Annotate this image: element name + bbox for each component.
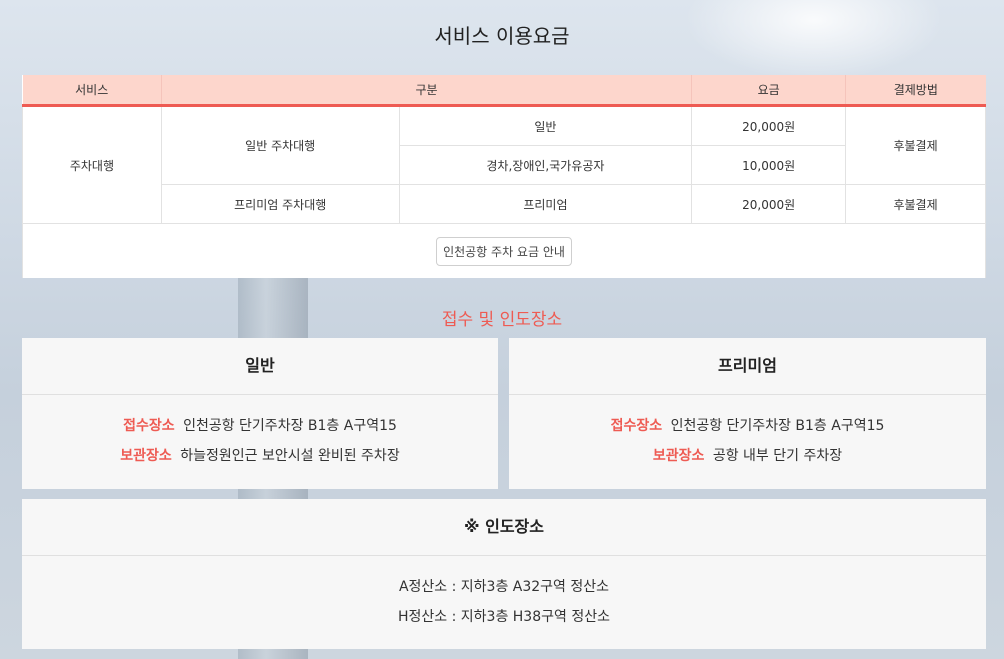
- general-card: 일반 접수장소 인천공항 단기주차장 B1층 A구역15 보관장소 하늘정원인근…: [22, 338, 498, 489]
- storage-label: 보관장소: [120, 448, 172, 464]
- table-row: 프리미엄 주차대행 프리미엄 20,000원 후불결제: [23, 184, 986, 224]
- page-title: 서비스 이용요금: [434, 24, 570, 48]
- type-cell: 경차,장애인,국가유공자: [398, 145, 693, 185]
- header-category: 구분: [161, 75, 693, 107]
- delivery-line-a: A정산소 : 지하3층 A32구역 정산소: [398, 579, 610, 595]
- delivery-card-title: ※ 인도장소: [22, 499, 986, 556]
- storage-value: 공항 내부 단기 주차장: [712, 448, 843, 464]
- general-card-title: 일반: [22, 338, 498, 395]
- payment-cell: 후불결제: [845, 105, 986, 185]
- fee-table: 서비스 구분 요금 결제방법 주차대행 일반 주차대행 일반 20,000원 후…: [22, 75, 986, 278]
- fee-table-header-row: 서비스 구분 요금 결제방법: [22, 75, 986, 107]
- premium-storage-row: 보관장소 공항 내부 단기 주차장: [509, 441, 986, 471]
- table-row: 주차대행 일반 주차대행 일반 20,000원 후불결제: [22, 105, 986, 224]
- general-storage-row: 보관장소 하늘정원인근 보안시설 완비된 주차장: [22, 441, 498, 471]
- delivery-line-h: H정산소 : 지하3층 H38구역 정산소: [398, 609, 610, 625]
- header-payment: 결제방법: [845, 75, 986, 107]
- premium-reception-row: 접수장소 인천공항 단기주차장 B1층 A구역15: [509, 411, 986, 441]
- price-cell: 20,000원: [691, 105, 847, 146]
- premium-card: 프리미엄 접수장소 인천공항 단기주차장 B1층 A구역15 보관장소 공항 내…: [509, 338, 986, 489]
- general-valet-cell: 일반 주차대행: [160, 105, 400, 185]
- reception-label: 접수장소: [610, 418, 663, 434]
- general-reception-row: 접수장소 인천공항 단기주차장 B1층 A구역15: [22, 411, 498, 441]
- premium-valet-cell: 프리미엄 주차대행: [160, 184, 400, 224]
- price-cell: 20,000원: [691, 184, 847, 224]
- type-cell: 프리미엄: [398, 184, 693, 224]
- payment-cell: 후불결제: [845, 184, 986, 224]
- reception-label: 접수장소: [123, 418, 175, 434]
- guide-cell: 인천공항 주차 요금 안내: [22, 223, 986, 278]
- header-service: 서비스: [22, 75, 162, 107]
- parking-fee-guide-button[interactable]: 인천공항 주차 요금 안내: [436, 236, 572, 266]
- reception-value: 인천공항 단기주차장 B1층 A구역15: [183, 418, 397, 434]
- storage-label: 보관장소: [652, 448, 705, 464]
- premium-card-title: 프리미엄: [509, 338, 986, 395]
- header-fee: 요금: [691, 75, 847, 107]
- storage-value: 하늘정원인근 보안시설 완비된 주차장: [180, 448, 400, 464]
- delivery-card: ※ 인도장소 A정산소 : 지하3층 A32구역 정산소 H정산소 : 지하3층…: [22, 499, 986, 649]
- type-cell: 일반: [398, 105, 693, 146]
- table-row: 인천공항 주차 요금 안내: [22, 223, 986, 278]
- service-cell: 주차대행: [22, 105, 162, 224]
- price-cell: 10,000원: [691, 145, 847, 185]
- section-title: 접수 및 인도장소: [441, 310, 563, 330]
- reception-value: 인천공항 단기주차장 B1층 A구역15: [670, 418, 885, 434]
